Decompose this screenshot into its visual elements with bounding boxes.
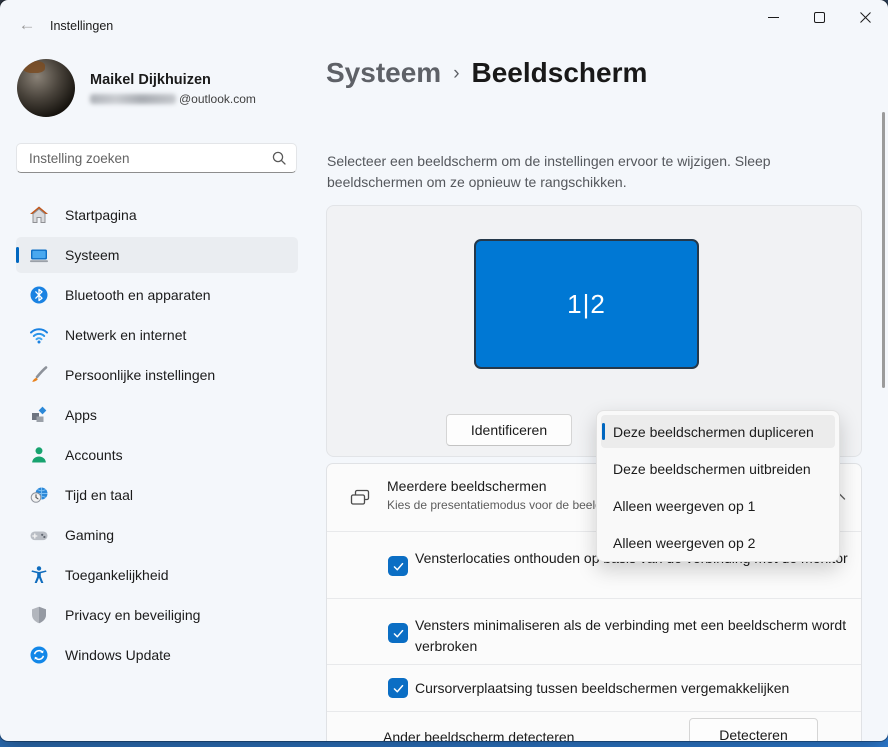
- sidebar-nav: Startpagina Systeem Bluetooth en apparat…: [16, 197, 298, 677]
- bluetooth-icon: [29, 285, 49, 305]
- profile-name: Maikel Dijkhuizen: [90, 72, 211, 88]
- windows-update-icon: [29, 645, 49, 665]
- network-icon: [29, 325, 49, 345]
- sidebar-item-privacy[interactable]: Privacy en beveiliging: [16, 597, 298, 633]
- search-box: [16, 143, 297, 173]
- gaming-icon: [29, 525, 49, 545]
- time-language-icon: [29, 485, 49, 505]
- maximize-button[interactable]: [796, 0, 842, 34]
- setting-row-detect-display: Ander beeldscherm detecteren Detecteren: [327, 711, 861, 741]
- maximize-icon: [813, 11, 825, 23]
- page-title: Beeldscherm: [471, 57, 648, 88]
- identify-button[interactable]: Identificeren: [446, 414, 572, 446]
- sidebar-item-tijd-en-taal[interactable]: Tijd en taal: [16, 477, 298, 513]
- personalization-brush-icon: [29, 365, 49, 385]
- detect-button[interactable]: Detecteren: [689, 718, 818, 741]
- window-controls: [750, 0, 888, 34]
- breadcrumb-parent[interactable]: Systeem: [326, 57, 441, 89]
- email-domain: @outlook.com: [179, 92, 256, 106]
- sidebar-item-label: Privacy en beveiliging: [65, 607, 201, 623]
- accessibility-icon: [29, 565, 49, 585]
- sidebar-item-label: Gaming: [65, 527, 115, 543]
- email-redacted-blur: [90, 94, 176, 104]
- flyout-item-extend[interactable]: Deze beeldschermen uitbreiden: [601, 452, 835, 485]
- setting-row-minimize-windows: Vensters minimaliseren als de verbinding…: [327, 598, 861, 664]
- sidebar-item-toegankelijkheid[interactable]: Toegankelijkheid: [16, 557, 298, 593]
- app-title: Instellingen: [50, 19, 114, 33]
- check-icon: [393, 684, 403, 692]
- display-mode-flyout: Deze beeldschermen dupliceren Deze beeld…: [596, 410, 840, 562]
- flyout-item-duplicate[interactable]: Deze beeldschermen dupliceren: [601, 415, 835, 448]
- sidebar-item-gaming[interactable]: Gaming: [16, 517, 298, 553]
- multiple-displays-icon: [348, 486, 372, 515]
- sidebar-item-label: Persoonlijke instellingen: [65, 367, 216, 383]
- search-input[interactable]: [17, 150, 272, 166]
- monitor-preview[interactable]: 1|2: [474, 239, 699, 369]
- flyout-item-show-only-2[interactable]: Alleen weergeven op 2: [601, 526, 835, 559]
- minimize-button[interactable]: [750, 0, 796, 34]
- page-description: Selecteer een beeldscherm om de instelli…: [327, 153, 771, 190]
- detect-display-label: Ander beeldscherm detecteren: [383, 729, 575, 741]
- checkbox-label: Vensters minimaliseren als de verbinding…: [415, 617, 847, 654]
- sidebar-item-accounts[interactable]: Accounts: [16, 437, 298, 473]
- check-icon: [393, 562, 403, 570]
- checkbox-label: Cursorverplaatsing tussen beeldschermen …: [415, 680, 790, 696]
- sidebar-item-netwerk[interactable]: Netwerk en internet: [16, 317, 298, 353]
- sidebar-item-label: Startpagina: [65, 207, 137, 223]
- sidebar-item-label: Apps: [65, 407, 97, 423]
- apps-icon: [29, 405, 49, 425]
- close-icon: [859, 11, 871, 23]
- privacy-shield-icon: [29, 605, 49, 625]
- monitor-label: 1|2: [567, 288, 606, 319]
- sidebar-item-systeem[interactable]: Systeem: [16, 237, 298, 273]
- vertical-scrollbar-thumb[interactable]: [882, 112, 885, 388]
- close-button[interactable]: [842, 0, 888, 34]
- sidebar-item-apps[interactable]: Apps: [16, 397, 298, 433]
- back-arrow-icon: ←: [18, 15, 36, 34]
- minimize-icon: [767, 16, 779, 18]
- sidebar-item-label: Bluetooth en apparaten: [65, 287, 211, 303]
- checkbox-ease-cursor[interactable]: [388, 678, 408, 698]
- sidebar-item-label: Netwerk en internet: [65, 327, 187, 343]
- sidebar-item-startpagina[interactable]: Startpagina: [16, 197, 298, 233]
- home-icon: [29, 205, 49, 225]
- check-icon: [393, 629, 403, 637]
- sidebar-item-bluetooth[interactable]: Bluetooth en apparaten: [16, 277, 298, 313]
- breadcrumb-separator-icon: ›: [453, 63, 460, 84]
- search-icon[interactable]: [272, 151, 286, 165]
- avatar: [17, 59, 75, 117]
- sidebar-item-windows-update[interactable]: Windows Update: [16, 637, 298, 673]
- accounts-icon: [29, 445, 49, 465]
- back-button[interactable]: ←: [12, 12, 42, 38]
- checkbox-remember-window-locations[interactable]: [388, 556, 408, 576]
- sidebar-item-label: Tijd en taal: [65, 487, 133, 503]
- checkbox-minimize-windows[interactable]: [388, 623, 408, 643]
- sidebar-item-label: Windows Update: [65, 647, 171, 663]
- sidebar-item-label: Accounts: [65, 447, 123, 463]
- sidebar-item-label: Toegankelijkheid: [65, 567, 169, 583]
- flyout-item-show-only-1[interactable]: Alleen weergeven op 1: [601, 489, 835, 522]
- breadcrumb: Systeem › Beeldscherm: [326, 57, 647, 89]
- system-icon: [29, 245, 49, 265]
- sidebar-item-label: Systeem: [65, 247, 120, 263]
- setting-row-ease-cursor: Cursorverplaatsing tussen beeldschermen …: [327, 664, 861, 711]
- settings-window: ← Instellingen Maikel Dijkhuizen @outloo…: [0, 0, 888, 741]
- sidebar-item-persoonlijke-instellingen[interactable]: Persoonlijke instellingen: [16, 357, 298, 393]
- profile-email: @outlook.com: [90, 92, 256, 106]
